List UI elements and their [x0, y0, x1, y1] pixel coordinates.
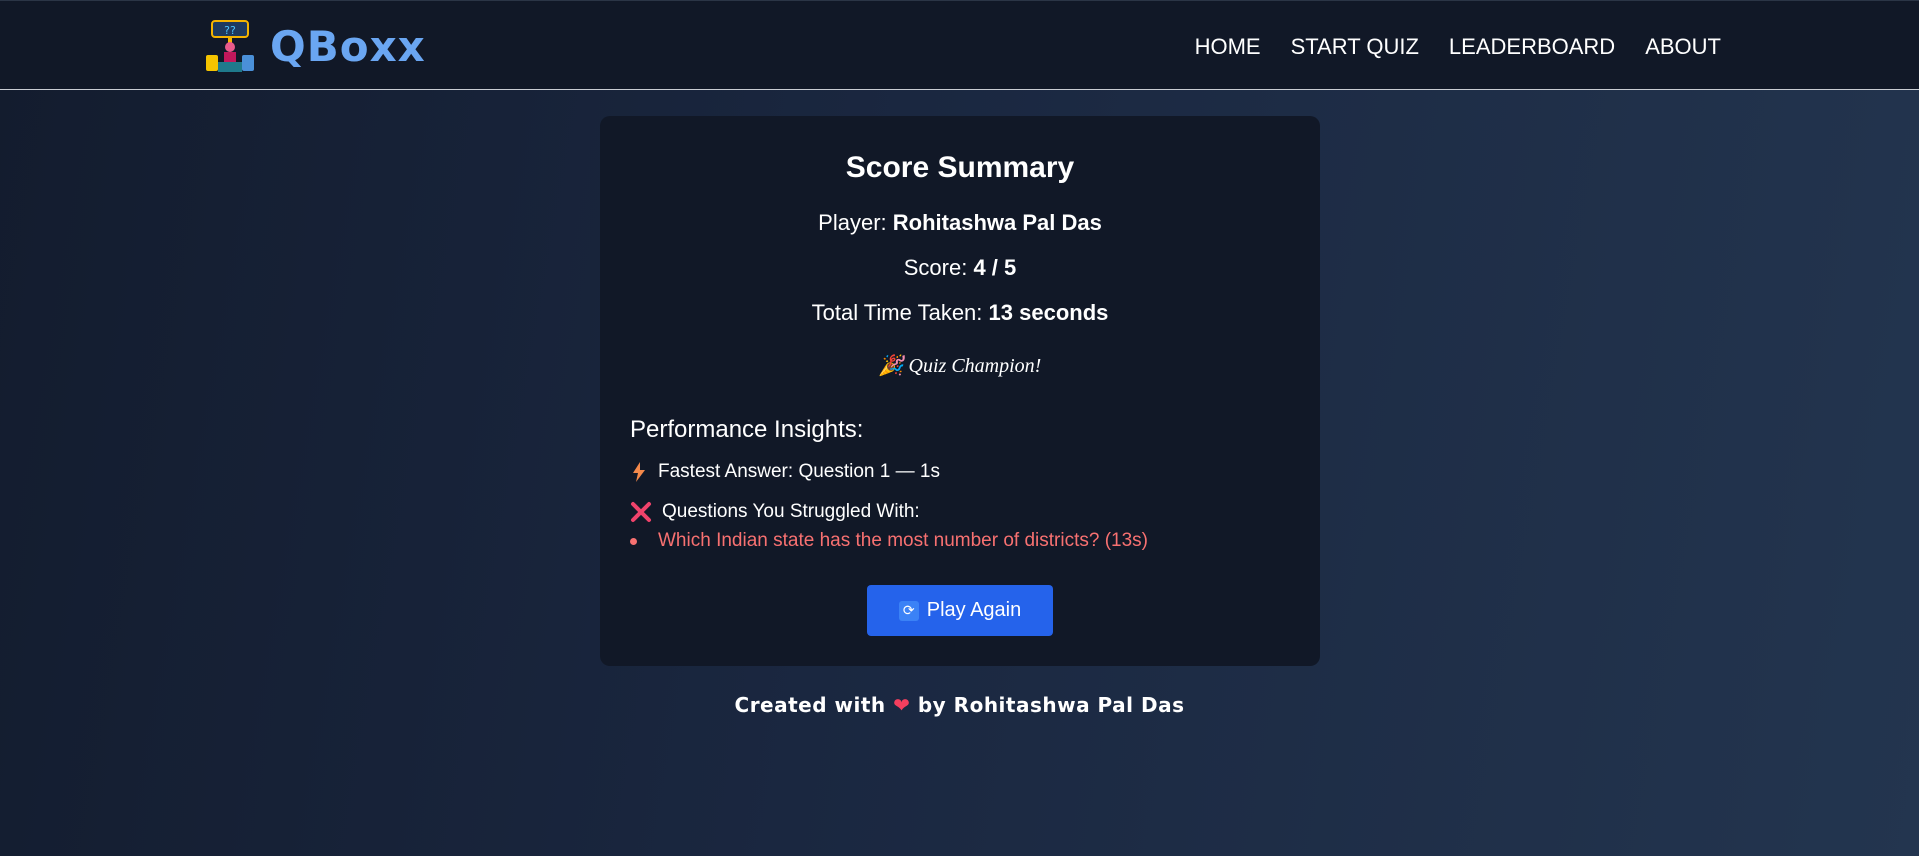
time-value: 13 seconds [988, 300, 1109, 325]
quiz-logo-icon: ?? [206, 20, 254, 72]
party-popper-icon: 🎉 [878, 355, 904, 377]
score-summary-card: Score Summary Player: Rohitashwa Pal Das… [600, 116, 1320, 666]
page-title: Score Summary [845, 151, 1075, 184]
footer-suffix: by Rohitashwa Pal Das [917, 693, 1185, 717]
insights-title: Performance Insights: [630, 416, 864, 443]
player-label: Player: [818, 210, 887, 235]
badge-text: Quiz Champion! [908, 355, 1042, 377]
nav-leaderboard[interactable]: LEADERBOARD [1449, 31, 1615, 63]
refresh-icon: ⟳ [898, 600, 919, 621]
fastest-answer-row: Fastest Answer: Question 1 — 1s [630, 459, 940, 485]
bullet [630, 537, 637, 545]
time-label: Total Time Taken: [811, 300, 983, 325]
brand[interactable]: ?? QBoxx [202, 19, 426, 75]
nav-start-quiz[interactable]: START QUIZ [1291, 31, 1419, 63]
play-again-button[interactable]: ⟳ Play Again [867, 585, 1053, 636]
player-line: Player: Rohitashwa Pal Das [600, 208, 1320, 238]
footer: Created with ❤ by Rohitashwa Pal Das [0, 690, 1919, 720]
score-line: Score: 4 / 5 [600, 253, 1320, 283]
fastest-answer-text: Fastest Answer: Question 1 — 1s [658, 461, 940, 482]
heart-icon: ❤ [893, 693, 911, 717]
struggled-question: Which Indian state has the most number o… [658, 530, 1148, 551]
score-value: 4 / 5 [973, 255, 1017, 280]
list-item: Which Indian state has the most number o… [630, 528, 1148, 554]
lightning-icon [633, 462, 645, 482]
struggled-title: Questions You Struggled With: [662, 501, 920, 522]
cross-icon [631, 502, 651, 522]
play-again-label: Play Again [926, 599, 1022, 621]
navbar: ?? QBoxx HOME START QUIZ LEADERBOARD ABO… [0, 0, 1919, 90]
struggled-row: Questions You Struggled With: [630, 499, 920, 525]
time-line: Total Time Taken: 13 seconds [600, 298, 1320, 328]
score-label: Score: [903, 255, 968, 280]
nav-about[interactable]: ABOUT [1645, 31, 1721, 63]
achievement-badge: 🎉 Quiz Champion! [600, 352, 1320, 380]
nav-home[interactable]: HOME [1195, 31, 1261, 63]
main-nav: HOME START QUIZ LEADERBOARD ABOUT [1195, 31, 1721, 63]
svg-text:??: ?? [224, 24, 236, 37]
brand-name: QBoxx [270, 22, 426, 71]
footer-prefix: Created with [734, 693, 886, 717]
player-name: Rohitashwa Pal Das [892, 210, 1102, 235]
